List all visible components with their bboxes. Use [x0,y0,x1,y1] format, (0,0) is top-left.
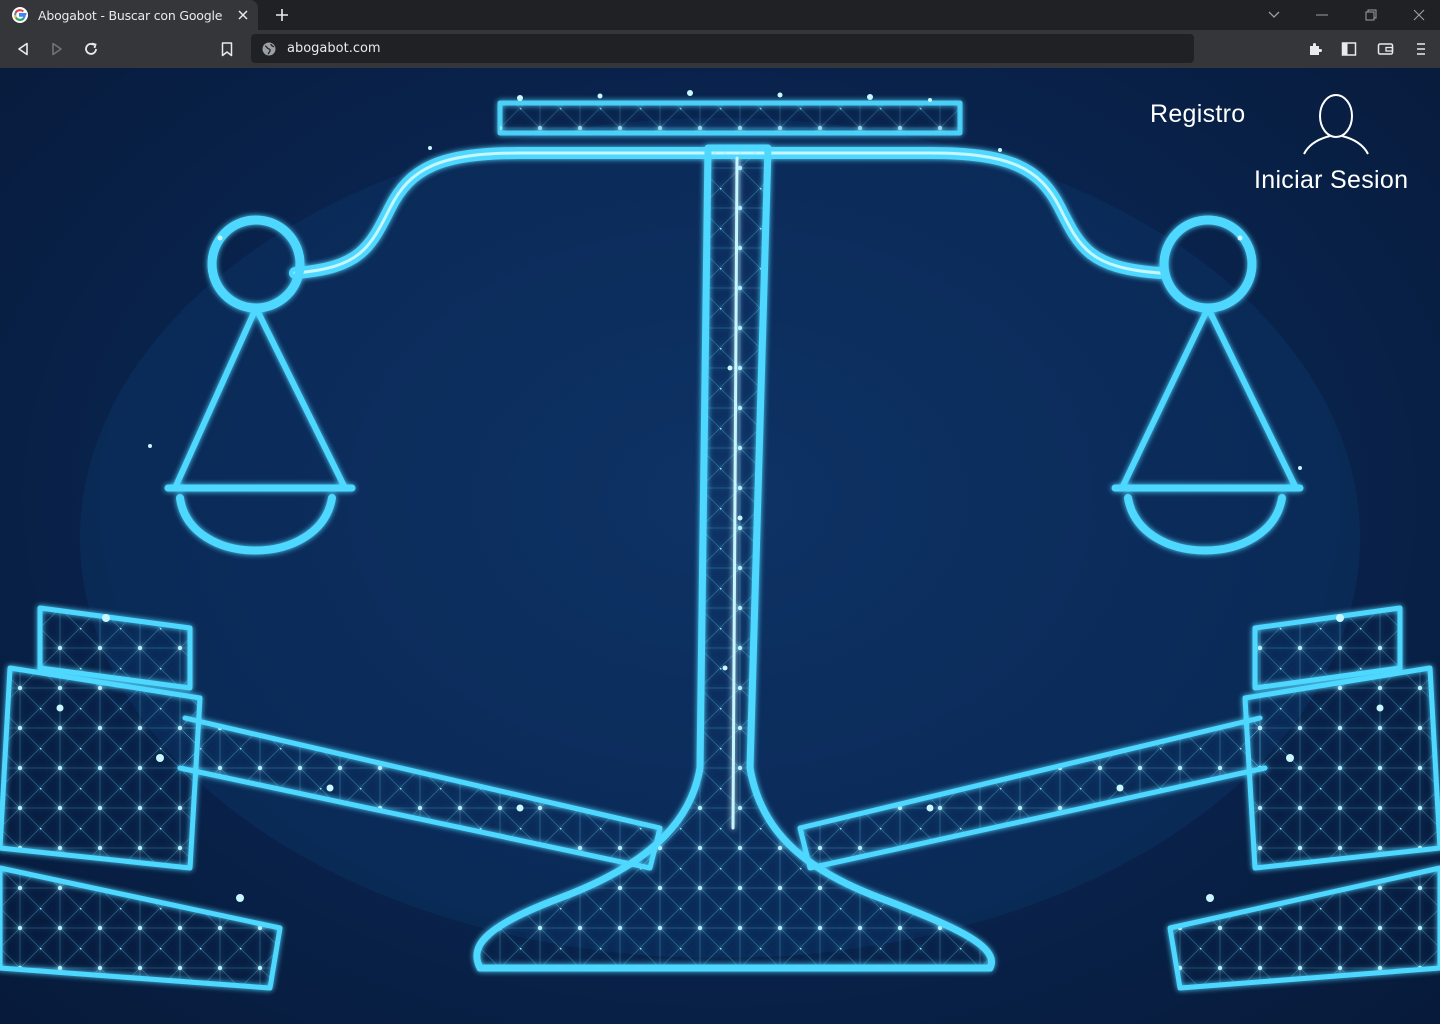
extensions-puzzle-icon[interactable] [1305,39,1325,59]
address-url: abogabot.com [287,41,381,56]
bookmark-icon[interactable] [217,39,237,59]
forward-icon[interactable] [47,39,67,59]
restore-icon[interactable] [1361,5,1381,25]
browser-toolbar: abogabot.com [0,30,1440,68]
register-link[interactable]: Registro [1150,100,1246,129]
tab-close-icon[interactable] [234,6,252,24]
browser-tab[interactable]: Abogabot - Buscar con Google [0,0,258,30]
user-account-icon[interactable] [1300,92,1372,158]
google-favicon-icon [12,7,28,23]
wallet-icon[interactable] [1375,39,1395,59]
back-icon[interactable] [13,39,33,59]
page-viewport: Registro Iniciar Sesion [0,68,1440,1024]
menu-icon[interactable] [1411,39,1431,59]
site-info-globe-icon[interactable] [261,41,277,57]
login-link[interactable]: Iniciar Sesion [1254,166,1408,195]
tab-title: Abogabot - Buscar con Google [38,7,223,23]
close-window-icon[interactable] [1409,5,1429,25]
reload-icon[interactable] [81,39,101,59]
tab-strip: Abogabot - Buscar con Google [0,0,1440,30]
address-bar[interactable]: abogabot.com [251,34,1194,63]
scales-of-justice-hero-image [0,90,1440,991]
minimize-icon[interactable] [1312,5,1332,25]
tab-search-chevron-icon[interactable] [1264,5,1284,25]
side-panel-icon[interactable] [1339,39,1359,59]
new-tab-icon[interactable] [272,5,292,25]
